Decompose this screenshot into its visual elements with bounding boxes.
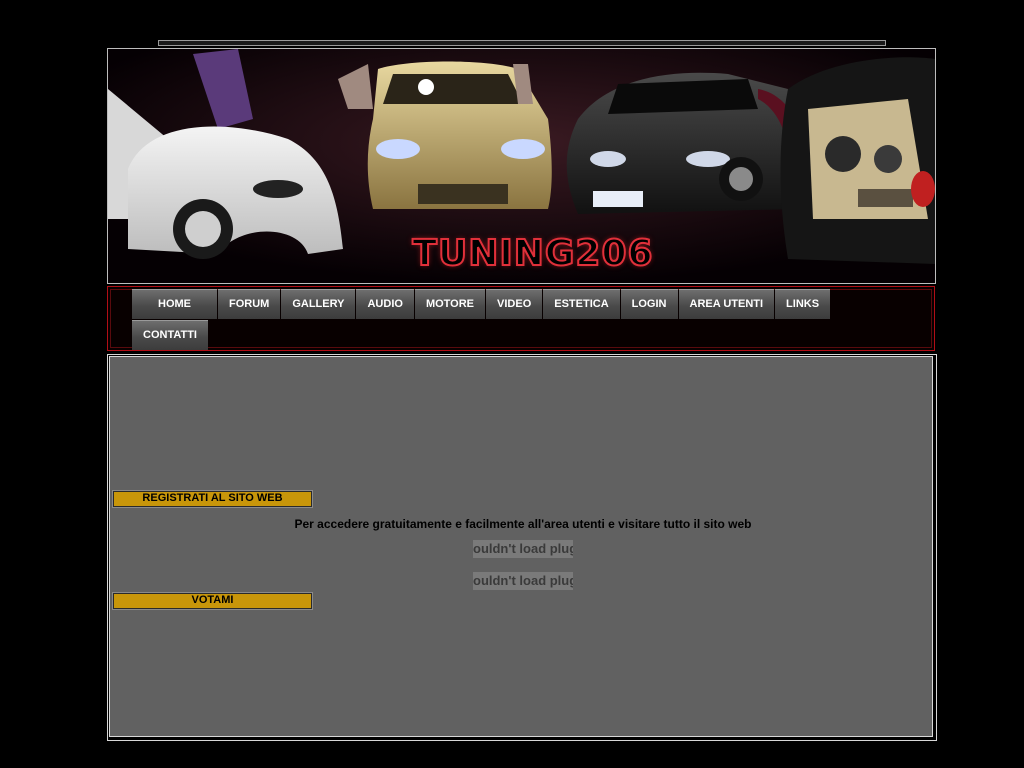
nav-item-motore[interactable]: MOTORE (414, 289, 486, 319)
nav-item-forum[interactable]: FORUM (218, 289, 281, 319)
nav-item-links[interactable]: LINKS (775, 289, 831, 319)
header-banner: TUNING206 (107, 48, 936, 284)
main-navigation: HOME FORUM GALLERY AUDIO MOTORE VIDEO ES… (107, 286, 935, 351)
register-header: REGISTRATI AL SITO WEB (113, 491, 312, 507)
nav-item-audio[interactable]: AUDIO (356, 289, 414, 319)
vote-header: VOTAMI (113, 593, 312, 609)
nav-item-gallery[interactable]: GALLERY (281, 289, 356, 319)
register-description: Per accedere gratuitamente e facilmente … (294, 517, 752, 531)
nav-item-estetica[interactable]: ESTETICA (543, 289, 620, 319)
plugin-placeholder[interactable]: ouldn't load plug (473, 540, 573, 558)
plugin-placeholder[interactable]: ouldn't load plug (473, 572, 573, 590)
top-decorative-bar (158, 40, 886, 46)
trunk-car (780, 57, 935, 264)
nav-item-home[interactable]: HOME (132, 289, 217, 319)
nav-item-video[interactable]: VIDEO (486, 289, 543, 319)
page: TUNING206 HOME FORUM GALLERY AUDIO MOTOR… (0, 0, 1024, 768)
gold-car (338, 61, 552, 209)
nav-item-login[interactable]: LOGIN (620, 289, 678, 319)
nav-items: HOME FORUM GALLERY AUDIO MOTORE VIDEO ES… (132, 289, 892, 351)
nav-item-area-utenti[interactable]: AREA UTENTI (678, 289, 775, 319)
nav-item-contatti[interactable]: CONTATTI (132, 320, 208, 350)
content-area: REGISTRATI AL SITO WEB Per accedere grat… (107, 354, 937, 741)
banner-title: TUNING206 (411, 232, 654, 275)
content-panel: REGISTRATI AL SITO WEB Per accedere grat… (109, 356, 933, 737)
